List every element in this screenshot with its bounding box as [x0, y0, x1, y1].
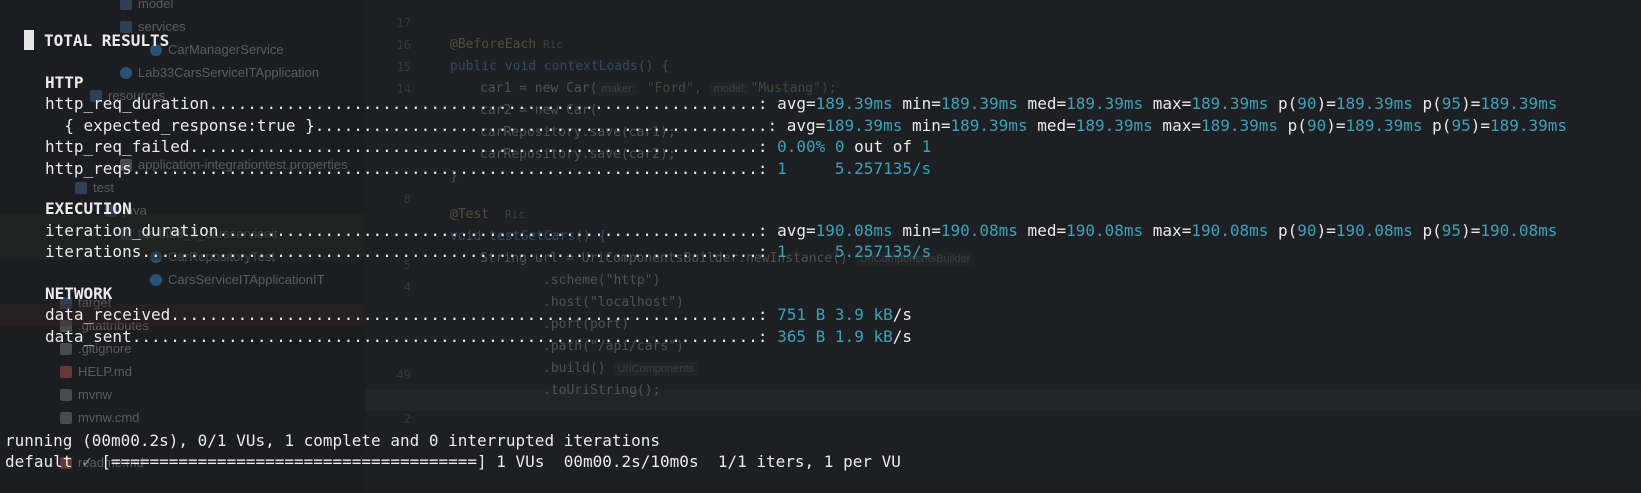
metric-data-received: data_received...........................…: [45, 304, 912, 326]
progress-bar-text: [======================================]…: [91, 452, 901, 471]
metric-label: data_sent...............................…: [45, 327, 778, 346]
scenario-name: default: [5, 452, 83, 471]
metric-http-req-failed: http_req_failed.........................…: [45, 136, 931, 158]
metric-number: 751: [777, 305, 806, 324]
execution-section-title: EXECUTION: [45, 199, 132, 218]
metric-number: 95: [1441, 221, 1462, 240]
metric-number: 5.257135/s: [834, 159, 932, 178]
metric-label: iterations..............................…: [45, 242, 778, 261]
status-progress-line: default ✓ [=============================…: [5, 451, 901, 473]
results-header: TOTAL RESULTS: [44, 31, 170, 50]
metric-values: 1 5.257135/s: [777, 242, 931, 261]
metric-number: 1: [777, 242, 787, 261]
metric-number: 189.39ms: [1200, 116, 1279, 135]
metric-number: 189.39ms: [1075, 116, 1153, 135]
results-header-line: TOTAL RESULTS: [0, 30, 169, 52]
metric-values: 1 5.257135/s: [777, 159, 931, 178]
metric-number: 190.08ms: [1480, 221, 1558, 240]
metric-number: 189.39ms: [1066, 94, 1144, 113]
metric-number: 190.08ms: [1335, 221, 1413, 240]
metric-number: 1: [777, 159, 787, 178]
metric-number: 190.08ms: [940, 221, 1018, 240]
metric-http-req-duration: http_req_duration.......................…: [45, 93, 1557, 115]
metric-number: 0.00%: [777, 137, 826, 156]
metric-label: http_reqs...............................…: [45, 159, 778, 178]
metric-label: data_received...........................…: [45, 305, 778, 324]
metric-number: 189.39ms: [1345, 116, 1423, 135]
metric-number: kB: [873, 327, 893, 346]
metric-iterations: iterations..............................…: [45, 241, 931, 263]
metric-number: 190.08ms: [815, 221, 893, 240]
metric-label: iteration_duration......................…: [45, 221, 778, 240]
metric-label: http_req_failed.........................…: [45, 137, 778, 156]
metric-number: 95: [1441, 94, 1462, 113]
metric-number: 1: [921, 137, 932, 156]
metric-number: 189.39ms: [1191, 94, 1269, 113]
metric-http-reqs: http_reqs...............................…: [45, 158, 931, 180]
metric-number: 189.39ms: [1480, 94, 1558, 113]
metric-number: 5.257135/s: [834, 242, 932, 261]
metric-values: 0.00% 0 out of 1: [777, 137, 932, 156]
metric-number: B: [815, 327, 826, 346]
metric-number: 189.39ms: [1489, 116, 1568, 135]
metric-values: avg=189.39ms min=189.39ms med=189.39ms m…: [777, 94, 1558, 113]
metric-number: 95: [1451, 116, 1471, 135]
metric-number: 189.39ms: [815, 94, 893, 113]
metric-number: 190.08ms: [1066, 221, 1144, 240]
metric-number: 189.39ms: [950, 116, 1028, 135]
terminal-output[interactable]: TOTAL RESULTS HTTP http_req_duration....…: [0, 0, 1641, 493]
metric-number: 0: [834, 137, 845, 156]
metric-values: 365 B 1.9 kB/s: [777, 327, 912, 346]
check-icon: ✓: [82, 452, 92, 471]
block-marker: [24, 30, 34, 50]
metric-values: avg=190.08ms min=190.08ms med=190.08ms m…: [777, 221, 1558, 240]
metric-label: { expected_response:true }..............…: [45, 116, 787, 135]
metric-number: 189.39ms: [825, 116, 903, 135]
metric-number: 90: [1297, 221, 1317, 240]
metric-number: 365: [777, 327, 806, 346]
metric-values: 751 B 3.9 kB/s: [777, 305, 912, 324]
metric-number: 189.39ms: [1335, 94, 1413, 113]
metric-number: 189.39ms: [940, 94, 1018, 113]
metric-label: http_req_duration.......................…: [45, 94, 778, 113]
metric-expected-response: { expected_response:true }..............…: [45, 115, 1567, 137]
metric-values: avg=189.39ms min=189.39ms med=189.39ms m…: [786, 116, 1568, 135]
metric-iteration-duration: iteration_duration......................…: [45, 220, 1557, 242]
network-section-title: NETWORK: [45, 284, 113, 303]
metric-number: 90: [1306, 116, 1327, 135]
metric-data-sent: data_sent...............................…: [45, 326, 912, 348]
metric-number: 190.08ms: [1191, 221, 1269, 240]
metric-number: B: [815, 305, 826, 324]
metric-number: kB: [873, 305, 893, 324]
http-section-title: HTTP: [45, 73, 84, 92]
status-running-line: running (00m00.2s), 0/1 VUs, 1 complete …: [5, 431, 661, 450]
metric-number: 1.9: [834, 327, 864, 346]
metric-number: 90: [1297, 94, 1317, 113]
metric-number: 3.9: [834, 305, 864, 324]
